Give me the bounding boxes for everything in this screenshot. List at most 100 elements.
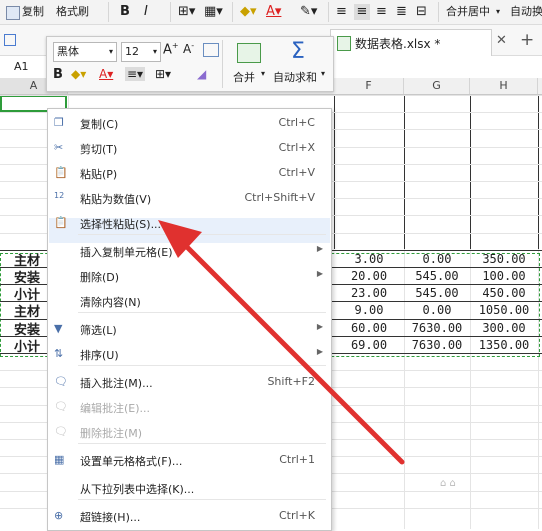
border-icon[interactable]: ⊞▾ — [178, 4, 195, 20]
autosum-button[interactable]: 自动求和 — [273, 69, 317, 85]
column-header-g[interactable]: G — [404, 78, 470, 94]
merge-dropdown-icon[interactable]: ▾ — [496, 4, 500, 20]
justify-icon[interactable]: ≣ — [396, 4, 407, 20]
cut-icon: ✂ — [54, 141, 64, 154]
align-center-icon[interactable]: ≡ — [354, 4, 370, 20]
cell-h[interactable]: 1350.00 — [470, 337, 538, 354]
save-icon[interactable] — [4, 34, 16, 46]
menu-item-paste-values[interactable]: 12 粘贴为数值(V) Ctrl+Shift+V — [48, 186, 331, 211]
copy-icon[interactable] — [6, 6, 20, 20]
sort-icon: ⇅ — [54, 347, 64, 360]
menu-item-shortcut: Ctrl+K — [278, 509, 315, 522]
menu-item-pick-from-list[interactable]: 从下拉列表中选择(K)... — [48, 476, 331, 501]
font-size-select[interactable]: 12 ▾ — [121, 42, 161, 62]
distribute-icon[interactable]: ⊟ — [416, 4, 427, 20]
decrease-font-icon[interactable]: A- — [183, 41, 194, 56]
merge-center-button[interactable]: 合并居中 — [446, 4, 490, 20]
format-cells-icon[interactable] — [203, 43, 219, 57]
font-color-icon[interactable]: A▾ — [99, 67, 113, 81]
cell-h[interactable]: 300.00 — [470, 320, 538, 337]
menu-item-cut[interactable]: ✂ 剪切(T) Ctrl+X — [48, 136, 331, 161]
close-tab-icon[interactable]: ✕ — [496, 33, 507, 48]
menu-item-copy[interactable]: ❐ 复制(C) Ctrl+C — [48, 111, 331, 136]
delete-comment-icon: 🗨 — [54, 425, 68, 438]
paste-special-icon: 📋 — [54, 216, 68, 229]
menu-item-filter[interactable]: ▼ 筛选(L) ▶ — [48, 317, 331, 342]
italic-button[interactable]: I — [144, 4, 148, 20]
autowrap-button[interactable]: 自动换 — [510, 4, 542, 20]
menu-item-insert-copied-cells[interactable]: 插入复制单元格(E) ▶ — [48, 239, 331, 264]
cell-g[interactable]: 0.00 — [404, 302, 470, 319]
menu-item-label: 粘贴为数值(V) — [80, 193, 152, 206]
column-header-h[interactable]: H — [470, 78, 538, 94]
cell-f[interactable]: 20.00 — [334, 268, 404, 285]
bold-button[interactable]: B — [53, 67, 63, 82]
font-name-select[interactable]: 黑体 ▾ — [53, 42, 117, 62]
font-color-icon[interactable]: A▾ — [266, 4, 281, 20]
copy-icon: ❐ — [54, 116, 64, 129]
align-center-icon[interactable]: ≡▾ — [125, 67, 146, 81]
menu-item-shortcut: Shift+F2 — [267, 375, 315, 388]
merge-dropdown-icon[interactable]: ▾ — [261, 69, 265, 78]
watermark-logo: ⌂ ⌂ — [440, 478, 456, 489]
autosum-dropdown-icon[interactable]: ▾ — [321, 69, 325, 78]
cell-g[interactable]: 0.00 — [404, 251, 470, 268]
cell-g[interactable]: 7630.00 — [404, 320, 470, 337]
cell-h[interactable]: 450.00 — [470, 285, 538, 302]
copy-button[interactable]: 复制 — [22, 4, 44, 20]
menu-item-paste[interactable]: 📋 粘贴(P) Ctrl+V — [48, 161, 331, 186]
cell-f[interactable]: 9.00 — [334, 302, 404, 319]
menu-item-shortcut: Ctrl+C — [278, 116, 315, 129]
menu-item-sort[interactable]: ⇅ 排序(U) ▶ — [48, 342, 331, 367]
menu-item-clear-contents[interactable]: 清除内容(N) — [48, 289, 331, 314]
cell-f[interactable]: 69.00 — [334, 337, 404, 354]
chevron-down-icon: ▾ — [152, 47, 157, 56]
submenu-arrow-icon: ▶ — [316, 244, 323, 253]
autosum-icon[interactable]: Σ — [291, 39, 305, 64]
merge-button[interactable]: 合并 — [233, 69, 255, 85]
menu-separator — [78, 234, 326, 235]
menu-item-hyperlink[interactable]: ⊕ 超链接(H)... Ctrl+K — [48, 504, 331, 529]
cell-g[interactable]: 545.00 — [404, 268, 470, 285]
menu-item-label: 设置单元格格式(F)... — [80, 455, 183, 468]
align-right-icon[interactable]: ≡ — [376, 4, 387, 20]
align-left-icon[interactable]: ≡ — [336, 4, 347, 20]
cell-style-icon[interactable]: ▦▾ — [204, 4, 223, 20]
tab-document[interactable]: 数据表格.xlsx * — [330, 29, 492, 56]
menu-item-delete[interactable]: 删除(D) ▶ — [48, 264, 331, 289]
cell-f[interactable]: 23.00 — [334, 285, 404, 302]
menu-item-label: 选择性粘贴(S)... — [80, 218, 162, 231]
format-brush-button[interactable]: 格式刷 — [56, 4, 89, 20]
menu-item-shortcut: Ctrl+1 — [279, 453, 315, 466]
hyperlink-icon: ⊕ — [54, 509, 64, 522]
increase-font-icon[interactable]: A+ — [163, 41, 179, 57]
menu-item-edit-comment[interactable]: 🗨 编辑批注(E)... — [48, 395, 331, 420]
bold-button[interactable]: B — [120, 4, 130, 20]
border-icon[interactable]: ⊞▾ — [155, 67, 171, 81]
name-box[interactable]: A1 — [14, 60, 29, 73]
cell-f[interactable]: 60.00 — [334, 320, 404, 337]
menu-item-label: 插入复制单元格(E) — [80, 246, 173, 259]
clear-icon — [54, 294, 68, 308]
menu-item-label: 复制(C) — [80, 118, 119, 131]
column-header-f[interactable]: F — [334, 78, 404, 94]
paste-icon: 📋 — [54, 166, 68, 179]
cell-g[interactable]: 545.00 — [404, 285, 470, 302]
eraser-icon[interactable]: ◢ — [197, 67, 206, 81]
cell-f[interactable]: 3.00 — [334, 251, 404, 268]
clear-format-icon[interactable]: ✎▾ — [300, 4, 317, 20]
cell-h[interactable]: 100.00 — [470, 268, 538, 285]
cell-g[interactable]: 7630.00 — [404, 337, 470, 354]
submenu-arrow-icon: ▶ — [316, 347, 323, 356]
chevron-down-icon: ▾ — [108, 47, 113, 56]
menu-item-paste-special[interactable]: 📋 选择性粘贴(S)... — [48, 211, 331, 236]
merge-cells-icon[interactable] — [237, 43, 261, 63]
menu-item-insert-comment[interactable]: 🗨 插入批注(M)... Shift+F2 — [48, 370, 331, 395]
fill-color-icon[interactable]: ◆▾ — [71, 67, 86, 81]
menu-item-format-cells[interactable]: ▦ 设置单元格格式(F)... Ctrl+1 — [48, 448, 331, 473]
cell-h[interactable]: 350.00 — [470, 251, 538, 268]
menu-item-delete-comment[interactable]: 🗨 删除批注(M) — [48, 420, 331, 445]
cell-h[interactable]: 1050.00 — [470, 302, 538, 319]
fill-color-icon[interactable]: ◆▾ — [240, 4, 257, 20]
add-tab-icon[interactable]: + — [520, 30, 534, 50]
